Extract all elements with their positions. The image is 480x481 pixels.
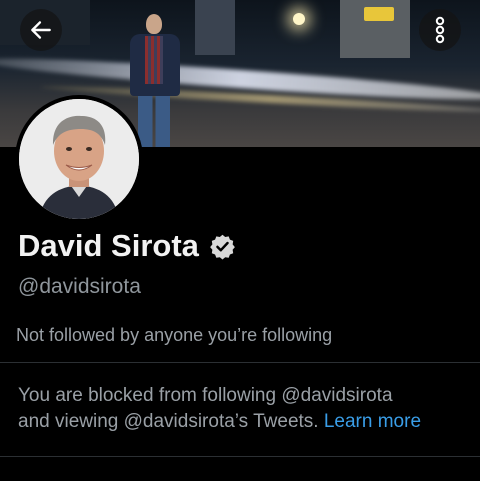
back-button[interactable] xyxy=(20,9,62,51)
profile-name-row: David Sirota xyxy=(18,228,236,264)
more-options-button[interactable] xyxy=(419,9,461,51)
blocked-notice: You are blocked from following @davidsir… xyxy=(18,383,468,435)
followers-you-know-note: Not followed by anyone you’re following xyxy=(16,325,333,345)
avatar-photo xyxy=(19,99,139,219)
arrow-left-icon xyxy=(31,21,51,39)
divider xyxy=(0,456,480,457)
banner-person xyxy=(128,14,182,147)
profile-handle: @davidsirota xyxy=(18,275,141,298)
divider xyxy=(0,362,480,363)
banner-road-sign xyxy=(364,7,394,21)
more-vertical-icon xyxy=(435,16,445,44)
banner-streetlight xyxy=(293,13,305,25)
profile-name: David Sirota xyxy=(18,228,199,263)
avatar[interactable] xyxy=(15,95,143,223)
learn-more-link[interactable]: Learn more xyxy=(324,411,421,432)
banner-building xyxy=(195,0,235,55)
blocked-notice-text: and viewing @davidsirota’s Tweets. xyxy=(18,411,324,432)
blocked-notice-line2: and viewing @davidsirota’s Tweets. Learn… xyxy=(18,409,468,435)
blocked-notice-line1: You are blocked from following @davidsir… xyxy=(18,385,393,406)
verified-badge-icon xyxy=(210,234,235,259)
